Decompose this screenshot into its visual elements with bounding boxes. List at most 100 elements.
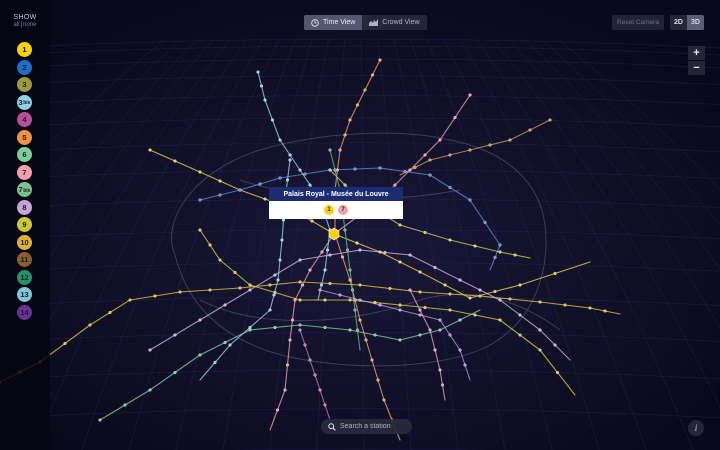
station-dot[interactable] xyxy=(318,388,322,392)
station-dot[interactable] xyxy=(303,172,307,176)
station-dot[interactable] xyxy=(378,58,382,62)
line-toggle-3[interactable]: 3 xyxy=(17,77,32,92)
station-dot[interactable] xyxy=(328,253,332,257)
station-dot[interactable] xyxy=(233,270,237,275)
station-dot[interactable] xyxy=(358,298,362,302)
search-input[interactable] xyxy=(340,423,406,430)
metro-map[interactable] xyxy=(0,0,720,450)
station-dot[interactable] xyxy=(298,328,302,332)
station-dot[interactable] xyxy=(98,418,102,422)
station-dot[interactable] xyxy=(323,403,327,407)
station-dot[interactable] xyxy=(278,138,282,142)
station-dot[interactable] xyxy=(493,255,497,260)
station-dot[interactable] xyxy=(198,198,202,202)
station-line-badge-7[interactable]: 7 xyxy=(338,205,348,215)
station-dot[interactable] xyxy=(268,283,272,287)
station-dot[interactable] xyxy=(353,298,357,302)
station-dot[interactable] xyxy=(373,300,377,305)
station-dot[interactable] xyxy=(263,98,267,102)
station-dot[interactable] xyxy=(248,283,252,287)
station-dot[interactable] xyxy=(353,308,357,312)
station-dot[interactable] xyxy=(268,308,272,312)
station-dot[interactable] xyxy=(440,383,445,387)
station-dot[interactable] xyxy=(308,358,312,362)
station-dot[interactable] xyxy=(198,228,202,232)
station-dot[interactable] xyxy=(448,153,452,157)
station-dot[interactable] xyxy=(300,283,305,287)
station-dot[interactable] xyxy=(508,138,512,142)
show-all-link[interactable]: all xyxy=(14,22,20,28)
station-dot[interactable] xyxy=(538,328,542,332)
station-dot[interactable] xyxy=(340,255,345,259)
station-dot[interactable] xyxy=(218,179,222,183)
station-dot[interactable] xyxy=(438,138,442,142)
station-dot[interactable] xyxy=(278,176,282,180)
station-dot[interactable] xyxy=(323,325,327,330)
station-dot[interactable] xyxy=(408,168,412,172)
station-dot[interactable] xyxy=(488,143,492,147)
station-dot[interactable] xyxy=(528,128,532,132)
reset-camera-button[interactable]: Reset Camera xyxy=(612,15,664,30)
station-dot[interactable] xyxy=(310,219,314,223)
station-dot[interactable] xyxy=(353,167,357,171)
station-dot[interactable] xyxy=(498,250,502,254)
station-dot[interactable] xyxy=(323,298,327,302)
station-dot[interactable] xyxy=(458,318,462,322)
station-dot[interactable] xyxy=(355,103,360,107)
station-dot[interactable] xyxy=(63,341,67,346)
station-dot[interactable] xyxy=(248,288,252,292)
station-dot[interactable] xyxy=(498,298,502,302)
station-dot[interactable] xyxy=(373,333,377,337)
station-dot[interactable] xyxy=(273,273,277,277)
line-toggle-8[interactable]: 8 xyxy=(17,199,32,215)
station-dot[interactable] xyxy=(290,318,295,322)
station-dot[interactable] xyxy=(293,298,297,302)
station-dot[interactable] xyxy=(518,313,522,317)
station-dot[interactable] xyxy=(348,278,352,282)
station-dot[interactable] xyxy=(338,148,342,152)
station-dot[interactable] xyxy=(508,297,512,301)
station-dot[interactable] xyxy=(248,325,252,330)
station-dot[interactable] xyxy=(443,283,447,287)
station-dot[interactable] xyxy=(413,165,417,170)
station-dot[interactable] xyxy=(448,185,452,190)
station-dot[interactable] xyxy=(256,70,260,74)
station-dot[interactable] xyxy=(323,268,327,272)
station-dot[interactable] xyxy=(218,193,222,197)
station-dot[interactable] xyxy=(423,305,427,310)
station-dot[interactable] xyxy=(173,159,177,163)
station-dot[interactable] xyxy=(198,353,202,357)
selected-station-marker[interactable] xyxy=(328,227,340,241)
station-dot[interactable] xyxy=(285,363,290,367)
line-toggle-11[interactable]: 11 xyxy=(17,252,32,267)
station-dot[interactable] xyxy=(173,333,177,337)
station-dot[interactable] xyxy=(588,306,592,310)
station-dot[interactable] xyxy=(350,288,355,292)
station-dot[interactable] xyxy=(178,290,182,294)
station-dot[interactable] xyxy=(313,373,317,377)
station-dot[interactable] xyxy=(238,286,242,290)
station-dot[interactable] xyxy=(263,197,267,201)
station-dot[interactable] xyxy=(553,271,557,276)
station-dot[interactable] xyxy=(382,398,386,402)
station-dot[interactable] xyxy=(343,133,347,137)
line-toggle-7[interactable]: 7 xyxy=(17,164,32,180)
station-line-badge-1[interactable]: 1 xyxy=(324,205,334,215)
station-dot[interactable] xyxy=(238,188,242,192)
line-toggle-3-bis[interactable]: 3 bis xyxy=(17,94,32,110)
info-button[interactable]: i xyxy=(688,420,704,436)
station-dot[interactable] xyxy=(498,243,502,247)
station-dot[interactable] xyxy=(448,238,452,242)
station-dot[interactable] xyxy=(493,289,497,294)
station-dot[interactable] xyxy=(173,370,177,375)
station-dot[interactable] xyxy=(398,303,402,307)
station-dot[interactable] xyxy=(148,148,152,152)
station-dot[interactable] xyxy=(513,253,517,257)
line-toggle-13[interactable]: 13 xyxy=(17,287,32,302)
station-dot[interactable] xyxy=(458,348,462,352)
station-dot[interactable] xyxy=(418,333,422,337)
station-dot[interactable] xyxy=(428,328,432,332)
station-dot[interactable] xyxy=(448,308,452,312)
station-dot[interactable] xyxy=(538,348,542,352)
station-dot[interactable] xyxy=(355,241,359,245)
